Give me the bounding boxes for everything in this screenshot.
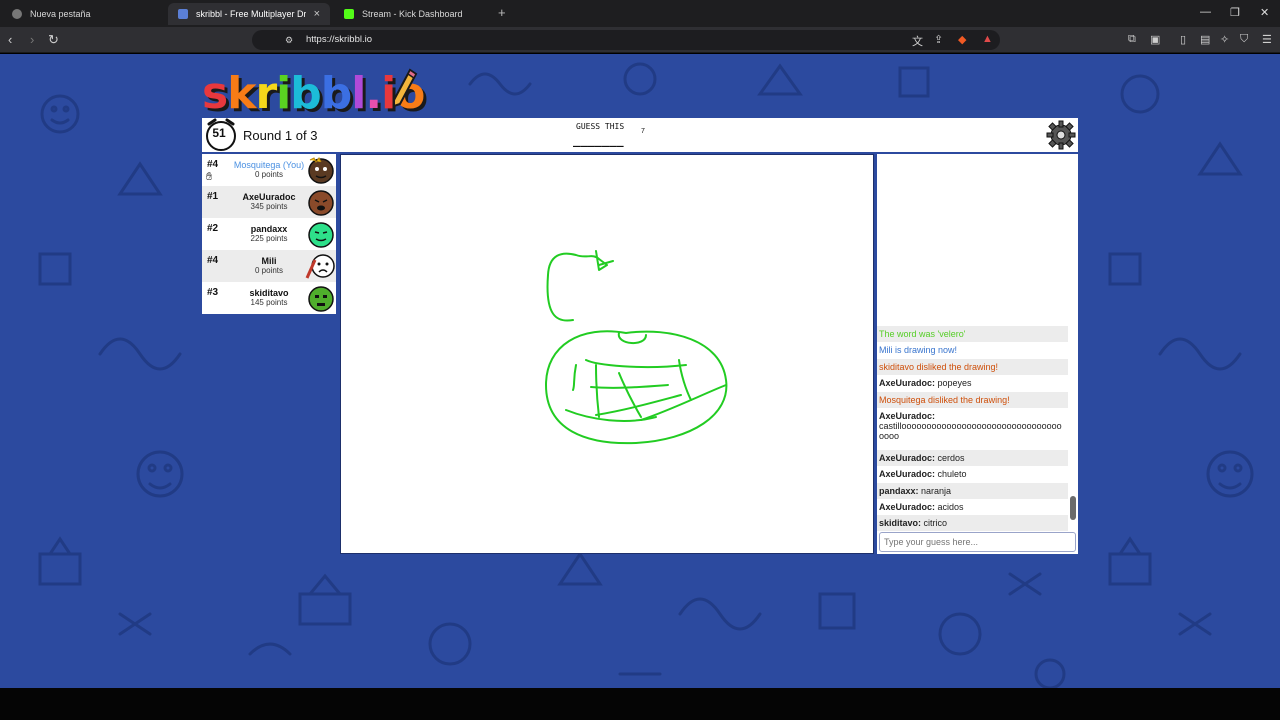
chat-message: AxeUuradoc: chuleto: [879, 469, 967, 479]
player-name: Mili: [261, 256, 277, 266]
chat-message: AxeUuradoc: acidos: [879, 502, 964, 512]
word-hint: _______: [573, 133, 624, 147]
avatar: [308, 286, 334, 312]
shield-icon: [12, 9, 22, 19]
chat-panel: The word was 'velero' Mili is drawing no…: [877, 154, 1078, 554]
round-indicator: Round 1 of 3: [243, 128, 318, 143]
minimize-icon[interactable]: —: [1200, 6, 1211, 18]
tab-skribbl[interactable]: skribbl - Free Multiplayer Drawin ×: [168, 3, 330, 25]
game-page: skribbl.io 51 Round 1 of 3 GUESS THIS __…: [0, 54, 1280, 688]
player-rank: #3: [207, 287, 219, 298]
drawing-strokes: [545, 250, 728, 445]
brave-shield-icon[interactable]: ◆: [958, 33, 966, 46]
player-list: #4 ✋︎ Mosquitega (You) 0 points #1 AxeUu…: [202, 154, 336, 314]
vpn-icon[interactable]: ⛉: [1240, 33, 1248, 46]
chat-message: pandaxx: naranja: [877, 483, 1068, 499]
url-text: https://skribbl.io: [306, 34, 372, 45]
translate-icon[interactable]: 文: [912, 33, 923, 49]
avatar: [305, 254, 335, 279]
player-points: 0 points: [254, 266, 284, 275]
screenshot-icon[interactable]: ▣: [1150, 33, 1160, 46]
restore-icon[interactable]: ❐: [1230, 6, 1240, 19]
chat-message: AxeUuradoc: castilloooooooooooooooooooooo…: [879, 411, 1062, 441]
player-row[interactable]: #2 pandaxx 225 points: [202, 218, 336, 250]
player-rank: #2: [207, 223, 219, 234]
browser-tab-bar: Nueva pestaña skribbl - Free Multiplayer…: [0, 0, 1280, 27]
hand-icon: ✋︎: [206, 171, 213, 183]
player-points: 0 points: [254, 170, 284, 179]
address-bar: ‹ › ↻ 🔖︎ ⚙︎ https://skribbl.io 文 ⇪ ◆ ▲ ⧉…: [0, 27, 1280, 53]
avatar: [308, 222, 334, 248]
player-points: 345 points: [250, 202, 288, 211]
chat-scrollbar[interactable]: [1070, 324, 1076, 529]
player-points: 145 points: [250, 298, 288, 307]
extensions-icon[interactable]: ⧉: [1128, 33, 1136, 46]
pencil-icon: [393, 68, 418, 108]
reload-icon[interactable]: ↻: [48, 32, 59, 48]
kick-icon: [344, 9, 354, 19]
chat-message: AxeUuradoc: cerdos: [877, 450, 1068, 466]
tab-label: Stream - Kick Dashboard: [362, 9, 463, 19]
chat-message: Mosquitega disliked the drawing!: [877, 392, 1068, 408]
back-icon[interactable]: ‹: [8, 32, 12, 47]
share-icon[interactable]: ⇪: [934, 33, 943, 46]
pencil-icon: [178, 9, 188, 19]
rewards-icon[interactable]: ▲: [982, 33, 993, 45]
player-rank: #4: [207, 255, 219, 266]
settings-gear-icon[interactable]: [1046, 120, 1076, 150]
avatar: [308, 190, 334, 216]
player-name: pandaxx: [250, 224, 288, 234]
word-length: 7: [641, 128, 645, 135]
guess-input[interactable]: [879, 532, 1076, 552]
player-points: 225 points: [250, 234, 288, 243]
player-row[interactable]: #4 Mili 0 points: [202, 250, 336, 282]
tab-nueva-pestana[interactable]: Nueva pestaña: [2, 3, 164, 25]
leo-icon[interactable]: ✧: [1220, 33, 1229, 46]
game-header: 51 Round 1 of 3 GUESS THIS _______ 7: [202, 118, 1078, 152]
new-tab-button[interactable]: +: [498, 5, 506, 20]
sidebar-icon[interactable]: ▯: [1180, 33, 1186, 46]
chat-message: The word was 'velero': [877, 326, 1068, 342]
player-rank: #4: [207, 159, 219, 170]
player-rank: #1: [207, 191, 219, 202]
player-row[interactable]: #1 AxeUuradoc 345 points: [202, 186, 336, 218]
taskbar: [0, 688, 1280, 720]
wallet-icon[interactable]: ▤: [1200, 33, 1210, 46]
tab-label: skribbl - Free Multiplayer Drawin: [196, 9, 306, 19]
chat-message: skiditavo: citrico: [877, 515, 1068, 531]
player-row[interactable]: #4 ✋︎ Mosquitega (You) 0 points: [202, 154, 336, 186]
player-name: AxeUuradoc: [242, 192, 296, 202]
guess-label: GUESS THIS: [576, 122, 625, 131]
player-name: skiditavo: [249, 288, 289, 298]
chat-message: Mili is drawing now!: [879, 345, 958, 355]
timer-value: 51: [212, 126, 226, 140]
tab-label: Nueva pestaña: [30, 9, 91, 19]
close-icon[interactable]: ×: [314, 8, 320, 20]
drawing-canvas[interactable]: [340, 154, 874, 554]
menu-icon[interactable]: ☰: [1262, 33, 1272, 46]
player-name: Mosquitega (You): [233, 160, 305, 170]
chat-message: AxeUuradoc: popeyes: [879, 378, 972, 388]
tab-kick-dashboard[interactable]: Stream - Kick Dashboard: [334, 3, 496, 25]
avatar: [308, 157, 334, 184]
scroll-thumb[interactable]: [1070, 496, 1076, 520]
forward-icon[interactable]: ›: [30, 32, 34, 47]
player-row[interactable]: #3 skiditavo 145 points: [202, 282, 336, 314]
chat-message: skiditavo disliked the drawing!: [877, 359, 1068, 375]
close-window-icon[interactable]: ✕: [1260, 6, 1269, 19]
site-info-icon[interactable]: ⚙︎: [285, 35, 293, 46]
